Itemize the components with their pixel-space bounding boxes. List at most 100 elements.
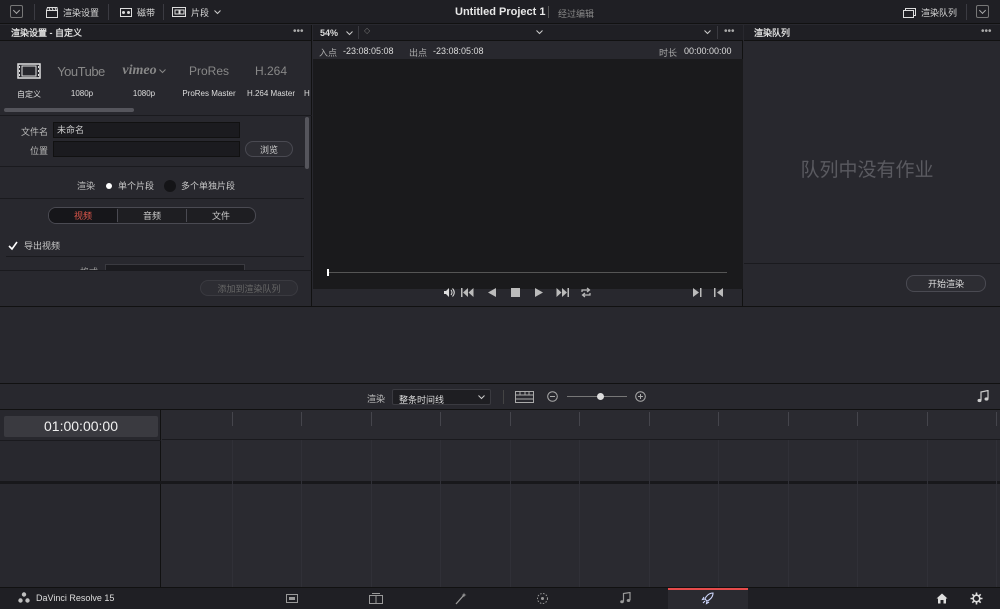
page-fusion[interactable] — [420, 588, 500, 609]
playhead[interactable] — [327, 269, 329, 276]
empty-queue-message: 队列中没有作业 — [800, 160, 934, 181]
timeline[interactable]: 01:00:00:00 — [0, 410, 1000, 587]
render-queue-title: 渲染队列 — [754, 28, 791, 38]
grid-line — [927, 440, 928, 587]
add-to-render-queue-button[interactable]: 添加到渲染队列 — [200, 280, 298, 296]
chevron-down-icon — [478, 395, 485, 400]
single-clip-radio[interactable]: 单个片段 — [105, 179, 154, 192]
preset-h264[interactable]: H.264 H.264 Master — [242, 60, 300, 98]
export-video-label: 导出视频 — [24, 241, 61, 251]
settings-gear-icon[interactable] — [970, 592, 983, 605]
preset-partial[interactable]: H — [304, 60, 312, 98]
render-settings-title: 渲染设置 - 自定义 — [11, 28, 82, 38]
grid-line — [371, 440, 372, 587]
more-options-icon[interactable]: ••• — [981, 27, 992, 37]
in-point-label: 入点 — [319, 48, 338, 58]
preset-label: H — [304, 89, 310, 98]
h264-logo: H.264 — [254, 64, 288, 78]
home-icon[interactable] — [936, 593, 948, 604]
right-dropdown-button[interactable] — [976, 5, 989, 18]
timeline-timecode[interactable]: 01:00:00:00 — [4, 416, 158, 437]
multi-clips-radio[interactable]: 多个单独片段 — [164, 179, 235, 192]
divider — [108, 4, 109, 20]
page-fairlight[interactable] — [586, 588, 666, 609]
render-settings-toggle[interactable]: 渲染设置 — [46, 4, 99, 20]
start-render-label: 开始渲染 — [927, 279, 964, 289]
edit-status: 经过编辑 — [558, 9, 595, 19]
media-page-icon — [286, 594, 298, 603]
preset-scrollbar[interactable] — [4, 108, 134, 112]
preset-label: 1080p — [70, 89, 94, 98]
music-note-icon[interactable] — [977, 390, 989, 403]
loop-icon[interactable] — [580, 287, 592, 298]
ruler-tick — [927, 412, 928, 426]
more-options-icon[interactable]: ••• — [293, 27, 304, 37]
render-mode-group: 渲染 单个片段 多个单独片段 — [77, 179, 235, 192]
preset-vimeo[interactable]: vimeo 1080p — [120, 60, 168, 98]
viewer-header: 54% ◇ ••• — [313, 25, 743, 41]
zoom-slider-handle[interactable] — [596, 393, 604, 400]
time-ruler[interactable] — [162, 410, 1000, 440]
divider — [548, 6, 549, 18]
tab-audio[interactable]: 音频 — [118, 208, 186, 223]
ruler-tick — [857, 412, 858, 426]
render-queue-icon — [903, 7, 916, 18]
play-reverse-icon[interactable] — [488, 288, 496, 297]
ruler-tick — [996, 412, 997, 426]
preset-custom[interactable]: 自定义 — [8, 60, 50, 100]
viewer-canvas[interactable] — [313, 59, 743, 289]
grid-line — [301, 440, 302, 587]
mark-out-icon[interactable] — [714, 288, 723, 297]
tab-file[interactable]: 文件 — [187, 208, 255, 223]
divider — [34, 4, 35, 20]
davinci-resolve-logo-icon — [18, 592, 30, 603]
location-input[interactable] — [53, 141, 240, 157]
preset-label: 1080p — [132, 89, 156, 98]
start-render-button[interactable]: 开始渲染 — [906, 275, 986, 292]
clips-toggle[interactable]: 片段 — [172, 4, 221, 20]
divider — [503, 390, 504, 404]
clip-select[interactable]: ◇ — [358, 26, 718, 39]
render-range-select[interactable]: 整条时间线 — [392, 389, 491, 405]
ruler-tick — [579, 412, 580, 426]
chevron-down-icon[interactable] — [346, 31, 353, 36]
clip-select-icon: ◇ — [364, 26, 371, 35]
settings-scrollbar[interactable] — [305, 117, 309, 169]
more-options-icon[interactable]: ••• — [724, 27, 735, 37]
app-branding: DaVinci Resolve 15 — [18, 592, 114, 603]
preset-label: 自定义 — [17, 90, 41, 99]
ruler-tick — [718, 412, 719, 426]
preset-prores[interactable]: ProRes ProRes Master — [180, 60, 238, 98]
play-icon[interactable] — [535, 288, 543, 297]
track-area[interactable] — [162, 440, 1000, 587]
filename-input[interactable]: 未命名 — [53, 122, 240, 138]
divider — [0, 270, 312, 271]
tab-video[interactable]: 视频 — [49, 208, 117, 223]
tape-toggle[interactable]: 磁带 — [120, 4, 155, 20]
zoom-in-icon[interactable] — [635, 391, 646, 402]
zoom-out-icon[interactable] — [547, 391, 558, 402]
grid-line — [440, 440, 441, 587]
timeline-view-options-icon[interactable] — [515, 391, 534, 403]
page-color[interactable] — [502, 588, 582, 609]
export-video-checkbox[interactable]: 导出视频 — [8, 239, 60, 252]
zoom-level[interactable]: 54% — [320, 28, 338, 38]
tape-label: 磁带 — [137, 7, 156, 18]
go-to-last-frame-icon[interactable] — [556, 288, 569, 297]
render-queue-toggle[interactable]: 渲染队列 — [903, 4, 957, 20]
ruler-tick — [371, 412, 372, 426]
scrub-bar[interactable] — [327, 272, 727, 273]
volume-icon[interactable] — [443, 287, 456, 298]
browse-button[interactable]: 浏览 — [245, 141, 293, 157]
page-media[interactable] — [252, 588, 332, 609]
stop-icon[interactable] — [511, 288, 520, 297]
mark-in-icon[interactable] — [693, 288, 702, 297]
page-deliver[interactable] — [668, 588, 748, 609]
page-edit[interactable] — [336, 588, 416, 609]
ruler-tick — [649, 412, 650, 426]
top-bar: 渲染设置 磁带 片段 Untitled Project 1 经过编辑 渲染队列 — [0, 0, 1000, 24]
preset-youtube[interactable]: YouTube 1080p — [57, 60, 106, 99]
go-to-first-frame-icon[interactable] — [461, 288, 474, 297]
in-point-timecode: -23:08:05:08 — [343, 46, 394, 56]
workspace-dropdown-button[interactable] — [10, 5, 23, 18]
